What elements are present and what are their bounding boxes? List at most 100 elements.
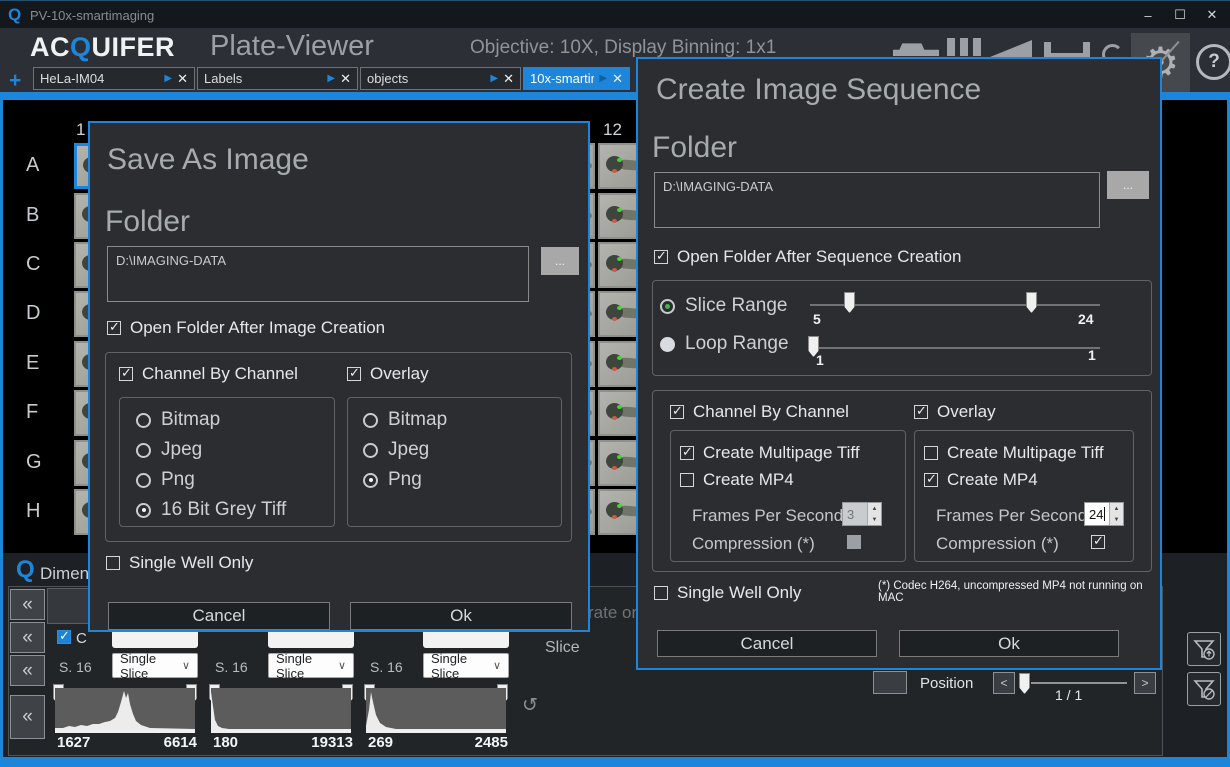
radio-icon-selected[interactable] [660, 299, 675, 314]
tab-labels[interactable]: Labels ▶ ✕ [197, 67, 358, 90]
radio-icon[interactable] [136, 473, 151, 488]
checkbox-label: Channel By Channel [693, 402, 849, 422]
add-tab-button[interactable]: + [9, 69, 21, 93]
cancel-button[interactable]: Cancel [108, 602, 330, 630]
radio-icon-selected[interactable] [136, 503, 151, 518]
ok-button[interactable]: Ok [899, 630, 1119, 657]
reset-histogram-icon[interactable]: ↺ [522, 694, 538, 717]
multipage-tiff-row[interactable]: Create Multipage Tiff [680, 443, 860, 463]
radio-icon[interactable] [136, 443, 151, 458]
checkbox-checked[interactable] [914, 405, 928, 419]
ok-button[interactable]: Ok [350, 602, 572, 630]
checkbox-checked[interactable] [1091, 535, 1105, 549]
histogram[interactable] [55, 688, 195, 733]
close-tab-icon[interactable]: ✕ [340, 71, 351, 87]
radio-icon[interactable] [660, 337, 675, 352]
spin-up-icon[interactable]: ▲ [868, 503, 881, 514]
filter-clear-button[interactable] [1187, 672, 1221, 706]
histogram[interactable] [211, 688, 351, 733]
fps-spinner[interactable]: 24 ▲▼ [1084, 502, 1124, 526]
folder-input[interactable]: D:\IMAGING-DATA [107, 246, 529, 302]
collapse-button[interactable]: « [10, 655, 45, 686]
minimize-button[interactable]: – [1131, 1, 1165, 29]
slice-range-radio-row[interactable]: Slice Range [660, 295, 787, 317]
checkbox-checked[interactable] [924, 473, 938, 487]
export-icon[interactable] [893, 42, 939, 56]
overlay-checkbox-row[interactable]: Overlay [347, 364, 429, 384]
fps-spinner-disabled[interactable]: 3 ▲▼ [842, 502, 882, 526]
radio-overlay-jpeg[interactable]: Jpeg [363, 439, 429, 461]
tab-10x-smartimaging[interactable]: 10x-smartimaging ▶ ✕ [523, 67, 630, 90]
overlay-checkbox-row[interactable]: Overlay [914, 402, 996, 422]
overlay-multipage-tiff-row[interactable]: Create Multipage Tiff [924, 443, 1104, 463]
spin-down-icon[interactable]: ▼ [1110, 514, 1123, 525]
position-next-button[interactable]: > [1134, 672, 1156, 694]
spin-down-icon[interactable]: ▼ [868, 514, 881, 525]
maximize-button[interactable]: ☐ [1163, 1, 1197, 29]
play-icon[interactable]: ▶ [327, 73, 335, 84]
checkbox-checked[interactable] [119, 367, 133, 381]
checkbox-unchecked[interactable] [924, 446, 938, 460]
checkbox-unchecked[interactable] [106, 556, 120, 570]
browse-button[interactable]: ... [1107, 171, 1149, 199]
collapse-button[interactable]: « [10, 622, 45, 653]
checkbox-unchecked[interactable] [654, 586, 668, 600]
slice-mode-dropdown[interactable]: Single Slice ∨ [112, 653, 198, 678]
checkbox-unchecked[interactable] [680, 473, 694, 487]
radio-icon[interactable] [363, 413, 378, 428]
radio-16bit-tiff[interactable]: 16 Bit Grey Tiff [136, 499, 286, 521]
collapse-button[interactable]: « [10, 589, 45, 620]
radio-icon[interactable] [363, 443, 378, 458]
fps-value[interactable]: 24 [1089, 507, 1103, 522]
checkbox-checked[interactable] [670, 405, 684, 419]
position-slider-track[interactable] [1031, 682, 1127, 684]
histogram[interactable] [366, 688, 506, 733]
close-tab-icon[interactable]: ✕ [503, 71, 514, 87]
overlay-mp4-row[interactable]: Create MP4 [924, 470, 1038, 490]
tab-hela-im04[interactable]: HeLa-IM04 ▶ ✕ [33, 67, 195, 90]
radio-overlay-bitmap[interactable]: Bitmap [363, 409, 447, 431]
open-folder-checkbox-row[interactable]: Open Folder After Image Creation [107, 318, 385, 338]
stack-icon[interactable] [947, 38, 981, 56]
help-button[interactable]: ? [1196, 44, 1230, 80]
slice-mode-dropdown[interactable]: Single Slice ∨ [423, 653, 509, 678]
single-well-checkbox-row[interactable]: Single Well Only [654, 583, 801, 603]
close-button[interactable]: ✕ [1195, 1, 1229, 29]
fps-value[interactable]: 3 [843, 503, 867, 525]
scale-bar-icon[interactable] [1044, 42, 1090, 57]
loop-range-track[interactable] [810, 347, 1100, 349]
spin-up-icon[interactable]: ▲ [1110, 503, 1123, 514]
radio-jpeg[interactable]: Jpeg [136, 439, 202, 461]
cone-icon[interactable] [990, 40, 1032, 57]
play-icon[interactable]: ▶ [490, 73, 498, 84]
cancel-button[interactable]: Cancel [657, 630, 877, 657]
filter-add-button[interactable] [1187, 632, 1221, 666]
radio-png[interactable]: Png [136, 469, 195, 491]
close-tab-icon[interactable]: ✕ [612, 71, 623, 87]
checkbox-checked[interactable] [680, 446, 694, 460]
play-icon[interactable]: ▶ [599, 73, 607, 84]
play-icon[interactable]: ▶ [164, 73, 172, 84]
radio-bitmap[interactable]: Bitmap [136, 409, 220, 431]
collapse-button[interactable]: « [10, 695, 45, 739]
radio-icon[interactable] [136, 413, 151, 428]
folder-input[interactable]: D:\IMAGING-DATA [654, 172, 1100, 228]
checkbox-checked[interactable] [107, 321, 121, 335]
open-folder-checkbox-row[interactable]: Open Folder After Sequence Creation [654, 247, 961, 267]
radio-icon-selected[interactable] [363, 473, 378, 488]
browse-button[interactable]: ... [541, 247, 579, 275]
red-marker [612, 367, 617, 371]
tab-objects[interactable]: objects ▶ ✕ [360, 67, 521, 90]
frame-left [0, 92, 3, 762]
mp4-row[interactable]: Create MP4 [680, 470, 794, 490]
channel-by-channel-checkbox-row[interactable]: Channel By Channel [670, 402, 849, 422]
channel-by-channel-checkbox-row[interactable]: Channel By Channel [119, 364, 298, 384]
checkbox-checked[interactable] [347, 367, 361, 381]
loop-range-radio-row[interactable]: Loop Range [660, 333, 789, 355]
single-well-checkbox-row[interactable]: Single Well Only [106, 553, 253, 573]
position-prev-button[interactable]: < [993, 672, 1015, 694]
checkbox-checked[interactable] [654, 250, 668, 264]
close-tab-icon[interactable]: ✕ [177, 71, 188, 87]
radio-overlay-png[interactable]: Png [363, 469, 422, 491]
slice-mode-dropdown[interactable]: Single Slice ∨ [268, 653, 354, 678]
